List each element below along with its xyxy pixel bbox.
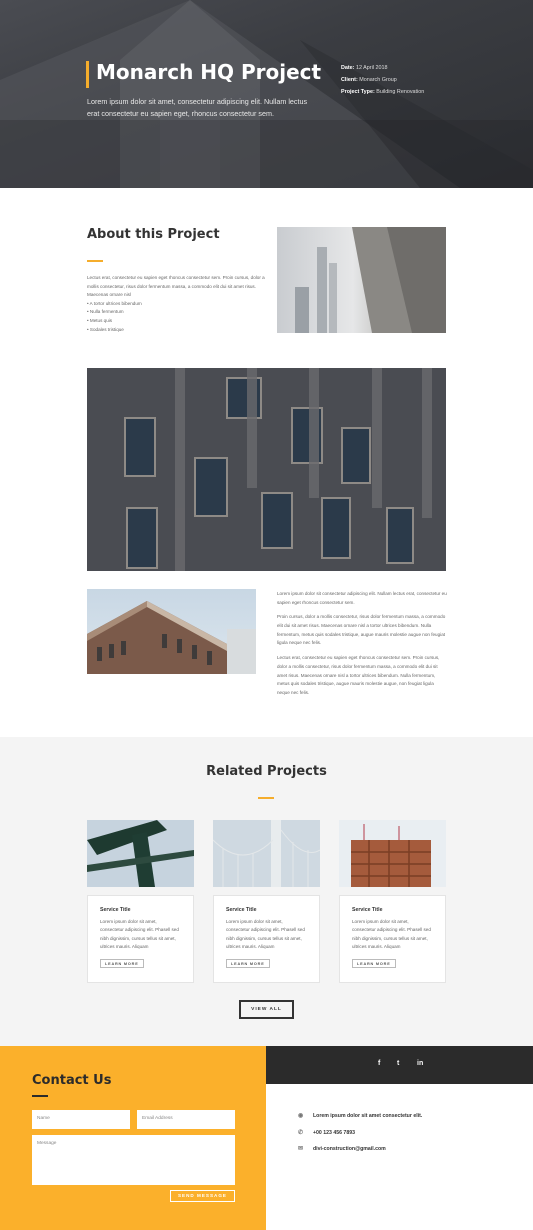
linkedin-icon[interactable]: in [417, 1060, 423, 1067]
view-all-button[interactable]: VIEW ALL [239, 1000, 294, 1019]
project-image-bridge[interactable] [87, 820, 194, 887]
list-item: Metus quis [87, 317, 265, 326]
skyscraper-image [277, 227, 446, 333]
map-pin-icon: ◉ [298, 1113, 304, 1119]
card-description: Lorem ipsum dolor sit amet, consectetur … [352, 919, 431, 950]
email-field[interactable]: Email Address [137, 1110, 235, 1129]
project-image-construction[interactable] [339, 820, 446, 887]
email-text[interactable]: divi-construction@gmail.com [313, 1146, 386, 1152]
card-title: Service Title [100, 907, 131, 913]
card-title: Service Title [226, 907, 257, 913]
learn-more-button[interactable]: LEARN MORE [352, 959, 396, 969]
meta-client: Client: Monarch Group [341, 77, 397, 83]
meta-date: Date: 12 April 2018 [341, 65, 388, 71]
phone-row: ✆ +00 123 456 7893 [298, 1129, 355, 1136]
contact-heading: Contact Us [32, 1073, 112, 1088]
about-subhead: Maecenas ornare nisl [87, 292, 131, 298]
card-description: Lorem ipsum dolor sit amet, consectetur … [100, 919, 179, 950]
facebook-icon[interactable]: f [378, 1060, 380, 1067]
address-row: ◉ Lorem ipsum dolor sit amet consectetur … [298, 1112, 422, 1119]
project-card-2: Service Title Lorem ipsum dolor sit amet… [213, 895, 320, 983]
corner-building-image [87, 589, 256, 674]
project-card-1: Service Title Lorem ipsum dolor sit amet… [87, 895, 194, 983]
project-card-3: Service Title Lorem ipsum dolor sit amet… [339, 895, 446, 983]
detail-paragraph-3: Lectus erat, consectetur eu sapien eget … [277, 655, 440, 696]
related-accent-line [258, 797, 274, 799]
project-image-suspension[interactable] [213, 820, 320, 887]
email-row: ✉ divi-construction@gmail.com [298, 1145, 386, 1152]
learn-more-button[interactable]: LEARN MORE [226, 959, 270, 969]
message-field[interactable]: Message [32, 1135, 235, 1185]
project-meta: Date: 12 April 2018 Client: Monarch Grou… [341, 62, 424, 98]
about-text: Lectus erat, consectetur eu sapien eget … [87, 274, 265, 334]
twitter-icon[interactable]: t [397, 1060, 399, 1067]
card-description: Lorem ipsum dolor sit amet, consectetur … [226, 919, 305, 950]
learn-more-button[interactable]: LEARN MORE [100, 959, 144, 969]
phone-icon: ✆ [298, 1130, 304, 1136]
envelope-icon: ✉ [298, 1146, 304, 1152]
page-title: Monarch HQ Project [96, 60, 322, 84]
detail-paragraph-1: Lorem ipsum dolor sit consectetur adipis… [277, 591, 447, 605]
phone-text: +00 123 456 7893 [313, 1130, 355, 1136]
about-paragraph: Lectus erat, consectetur eu sapien eget … [87, 275, 265, 289]
card-title: Service Title [352, 907, 383, 913]
facade-image [87, 368, 446, 571]
list-item: Sodales tristique [87, 326, 265, 335]
contact-accent-line [32, 1095, 48, 1097]
send-message-button[interactable]: SEND MESSAGE [170, 1190, 235, 1202]
contact-section: Contact Us Name Email Address Message SE… [0, 1046, 266, 1230]
hero-section: Monarch HQ Project Lorem ipsum dolor sit… [0, 0, 533, 188]
meta-type: Project Type: Building Renovation [341, 89, 425, 95]
related-heading: Related Projects [206, 764, 327, 779]
hero-lead: Lorem ipsum dolor sit amet, consectetur … [87, 97, 308, 118]
hero-building-image [0, 0, 533, 188]
list-item: Nulla fermentum [87, 308, 265, 317]
about-heading: About this Project [87, 227, 220, 242]
list-item: A tortor ultrices bibendum [87, 300, 265, 309]
name-field[interactable]: Name [32, 1110, 130, 1129]
title-accent-bar [86, 61, 89, 88]
social-bar: f t in [266, 1046, 533, 1084]
address-text: Lorem ipsum dolor sit amet consectetur e… [313, 1113, 423, 1119]
detail-paragraph-2: Proin cursus, dolor a mollis consectetur… [277, 614, 446, 646]
about-bullets: A tortor ultrices bibendum Nulla ferment… [87, 300, 265, 334]
about-accent-line [87, 260, 103, 262]
